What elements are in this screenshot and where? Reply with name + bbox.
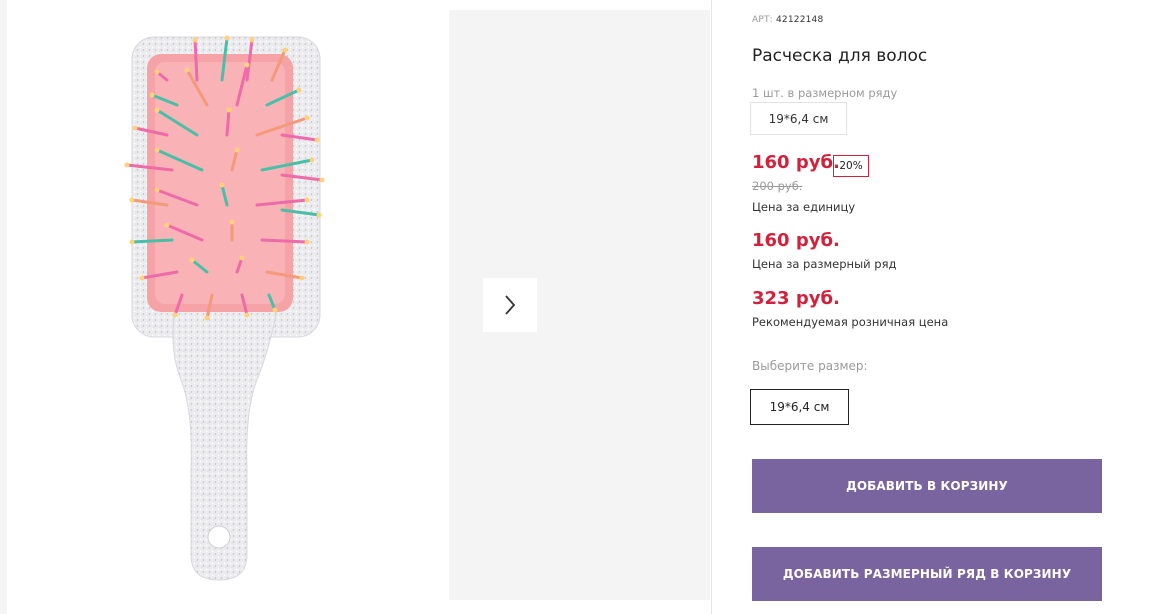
row-price-caption: Цена за размерный ряд	[752, 257, 897, 271]
add-row-to-cart-button[interactable]: ДОБАВИТЬ РАЗМЕРНЫЙ РЯД В КОРЗИНУ	[752, 547, 1102, 601]
size-picker-label: Выберите размер:	[752, 359, 868, 373]
pack-label: 1 шт. в размерном ряду	[752, 86, 898, 100]
product-page: АРТ: 42122148 Расческа для волос 1 шт. в…	[0, 0, 1152, 614]
sku-label: АРТ:	[752, 15, 773, 25]
page-edge	[0, 0, 7, 614]
gallery-next-button[interactable]	[483, 278, 537, 332]
old-price: 200 руб.	[752, 179, 803, 193]
sku-value: 42122148	[775, 15, 824, 25]
row-price: 160 руб.	[752, 230, 840, 251]
pack-size-chip: 19*6,4 см	[750, 102, 847, 135]
sku-line: АРТ: 42122148	[752, 15, 823, 25]
discount-badge: 20%	[833, 155, 869, 177]
product-info-panel: АРТ: 42122148 Расческа для волос 1 шт. в…	[750, 0, 1112, 614]
unit-price: 160 руб.	[752, 152, 840, 173]
unit-price-caption: Цена за единицу	[752, 200, 856, 214]
hairbrush-image	[124, 35, 325, 581]
rrp-price: 323 руб.	[752, 288, 840, 309]
size-option-selected[interactable]: 19*6,4 см	[750, 389, 849, 425]
add-to-cart-button[interactable]: ДОБАВИТЬ В КОРЗИНУ	[752, 459, 1102, 513]
product-main-image[interactable]	[7, 10, 449, 600]
chevron-right-icon	[505, 295, 516, 315]
column-divider	[711, 0, 712, 614]
rrp-price-caption: Рекомендуемая розничная цена	[752, 315, 949, 329]
product-title: Расческа для волос	[752, 46, 928, 66]
